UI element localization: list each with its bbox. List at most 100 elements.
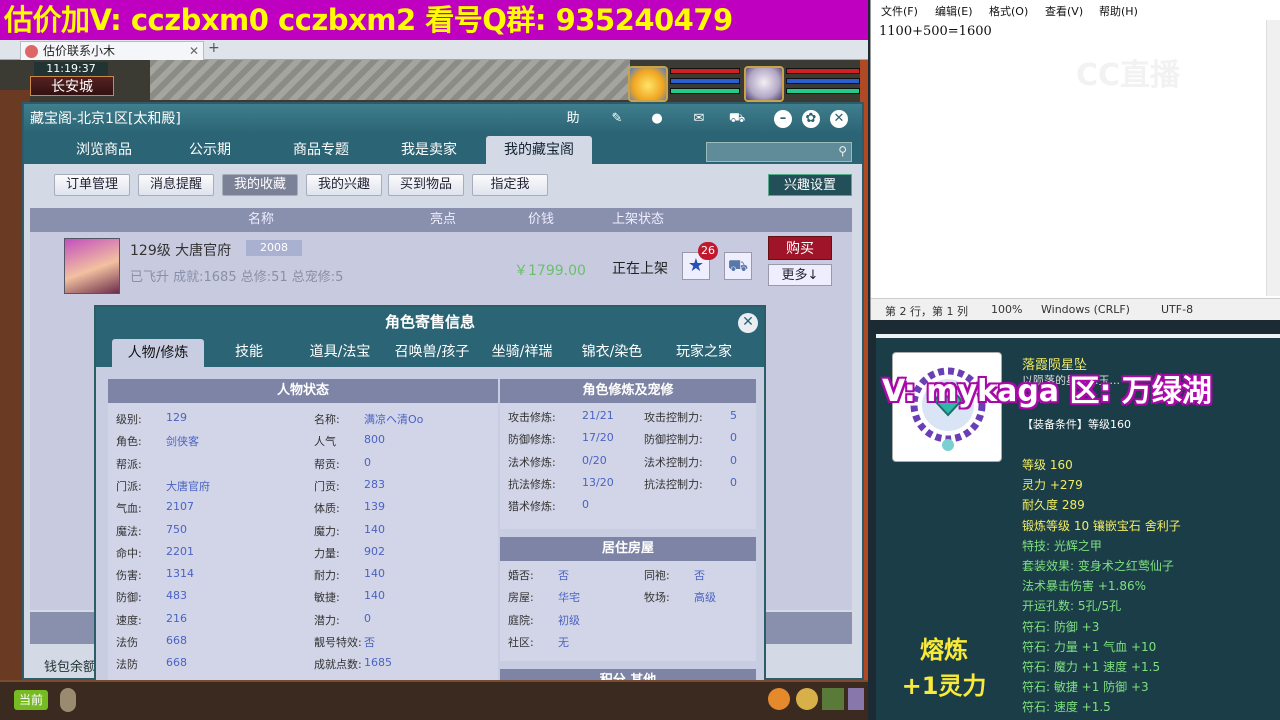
notepad-scrollbar[interactable] (1266, 20, 1280, 296)
browser-tab-title: 估价联系小木 (43, 44, 116, 58)
tab-my-store[interactable]: 我的藏宝阁 (486, 136, 592, 164)
menu-help[interactable]: 帮助(H) (1099, 3, 1138, 19)
current-channel-button[interactable]: 当前 (14, 690, 48, 710)
assigned-button[interactable]: 指定我 (472, 174, 548, 196)
game-bottom-bar: 当前 (0, 680, 868, 720)
orders-button[interactable]: 订单管理 (54, 174, 130, 196)
tab-character[interactable]: 人物/修炼 (112, 339, 204, 367)
stat-label: 法术修炼: (508, 455, 556, 469)
tab-public[interactable]: 公示期 (168, 136, 252, 164)
tab-items[interactable]: 道具/法宝 (298, 337, 382, 367)
buy-button[interactable]: 购买 (768, 236, 832, 260)
interests-button[interactable]: 我的兴趣 (306, 174, 382, 196)
menu-shortcut-icon[interactable] (848, 688, 864, 710)
tab-browse[interactable]: 浏览商品 (56, 136, 152, 164)
tools-icon[interactable]: ✎ (608, 110, 626, 128)
settings-icon[interactable]: ✿ (802, 110, 820, 128)
cart-icon[interactable]: ⛟ (728, 110, 746, 128)
player-exp-bar (786, 88, 860, 94)
stat-row: 婚否: 否 (508, 567, 569, 583)
tab-skills[interactable]: 技能 (216, 337, 282, 367)
stat-value: 0 (364, 455, 371, 469)
stat-label: 敏捷: (314, 591, 340, 605)
encoding: UTF-8 (1161, 303, 1194, 316)
stat-label: 名称: (314, 413, 340, 426)
stat-label: 法防 (116, 658, 138, 672)
stat-row: 角色: 剑侠客 (116, 433, 199, 449)
panel-title: 角色修炼及宠修 (500, 379, 756, 403)
stat-value: 0/20 (582, 453, 607, 467)
tooltip-stat-line: 等级 160 (1022, 458, 1073, 472)
stat-label: 防御: (116, 591, 142, 605)
stat-value: 满凉ヘ清Oo (364, 413, 424, 426)
stat-value: 140 (364, 567, 385, 581)
tooltip-stat-line: 符石: 速度 +1.5 (1022, 700, 1111, 715)
menu-view[interactable]: 查看(V) (1045, 3, 1083, 19)
store-title: 藏宝阁-北京1区[太和殿] (30, 111, 181, 127)
search-icon[interactable]: ⚲ (838, 144, 847, 158)
menu-file[interactable]: 文件(F) (881, 3, 918, 19)
stat-value: 902 (364, 544, 385, 558)
stat-label: 级别: (116, 413, 142, 426)
pet-exp-bar (670, 88, 740, 94)
tooltip-stat-line: 符石: 力量 +1 气血 +10 (1022, 639, 1157, 654)
tab-seller[interactable]: 我是卖家 (384, 136, 474, 164)
dialog-title: 角色寄售信息 (96, 307, 764, 337)
column-status: 上架状态 (612, 212, 665, 227)
stat-row: 法伤 668 (116, 634, 187, 650)
search-input[interactable]: ⚲ (706, 142, 852, 162)
stat-row: 房屋: 华宅 (508, 589, 580, 605)
record-icon[interactable]: ● (648, 110, 666, 128)
interest-settings-button[interactable]: 兴趣设置 (768, 174, 852, 196)
menu-edit[interactable]: 编辑(E) (935, 3, 973, 19)
tab-mounts[interactable]: 坐骑/祥瑞 (482, 337, 562, 367)
stat-label: 靓号特效: (314, 636, 362, 649)
stat-label: 门贡: (314, 479, 340, 493)
player-avatar[interactable] (744, 66, 784, 102)
stat-label: 气血: (116, 502, 142, 516)
stat-row: 帮派: (116, 456, 142, 472)
stat-value: 0 (730, 453, 737, 467)
item-requirement: 【装备条件】等级160 (1022, 418, 1131, 431)
add-cart-icon[interactable]: ⛟ (724, 252, 752, 280)
tab-pets[interactable]: 召唤兽/孩子 (386, 337, 478, 367)
purchased-button[interactable]: 买到物品 (388, 174, 464, 196)
new-tab-button[interactable]: + (208, 40, 220, 56)
tooltip-stat-line: 套装效果: 变身术之红莺仙子 (1022, 559, 1174, 573)
stat-row: 人气 800 (314, 433, 385, 449)
pet-shortcut-icon[interactable] (768, 688, 790, 710)
tab-home[interactable]: 玩家之家 (662, 337, 746, 367)
stat-label: 抗法控制力: (644, 477, 703, 491)
stat-row: 同袍: 否 (644, 567, 705, 583)
favorites-button[interactable]: 我的收藏 (222, 174, 298, 196)
notepad-text[interactable]: 1100+500=1600 (879, 24, 992, 39)
stat-value: 129 (166, 411, 187, 424)
stat-label: 帮贡: (314, 457, 340, 471)
stat-label: 耐力: (314, 569, 340, 583)
dialog-close-icon[interactable]: ✕ (738, 313, 758, 333)
stat-row: 敏捷: 140 (314, 589, 385, 605)
browser-tab[interactable]: 估价联系小木 ✕ (20, 41, 204, 60)
stat-value: 216 (166, 611, 187, 625)
stat-value: 750 (166, 522, 187, 536)
system-shortcut-icon[interactable] (822, 688, 844, 710)
help-icon[interactable]: 助 (564, 110, 582, 128)
chat-icon[interactable]: ✉ (690, 110, 708, 128)
table-row[interactable]: 129级 大唐官府 2008 已飞升 成就:1685 总修:51 总宠修:5 ￥… (30, 232, 852, 300)
menu-format[interactable]: 格式(O) (989, 3, 1028, 19)
stat-value: 1685 (364, 656, 392, 670)
close-icon[interactable]: ✕ (830, 110, 848, 128)
stat-row: 抗法控制力: 0 (644, 476, 737, 492)
close-tab-icon[interactable]: ✕ (189, 42, 199, 60)
tab-topics[interactable]: 商品专题 (276, 136, 366, 164)
microphone-icon[interactable] (60, 688, 76, 712)
tooltip-stat-line: 锻炼等级 10 镶嵌宝石 舍利子 (1022, 518, 1181, 533)
character-portrait (64, 238, 120, 294)
pet-avatar[interactable] (628, 66, 668, 102)
item-shortcut-icon[interactable] (796, 688, 818, 710)
stat-label: 潜力: (314, 613, 340, 627)
notices-button[interactable]: 消息提醒 (138, 174, 214, 196)
more-button[interactable]: 更多↓ (768, 264, 832, 286)
minimize-icon[interactable]: – (774, 110, 792, 128)
tab-outfits[interactable]: 锦衣/染色 (572, 337, 652, 367)
